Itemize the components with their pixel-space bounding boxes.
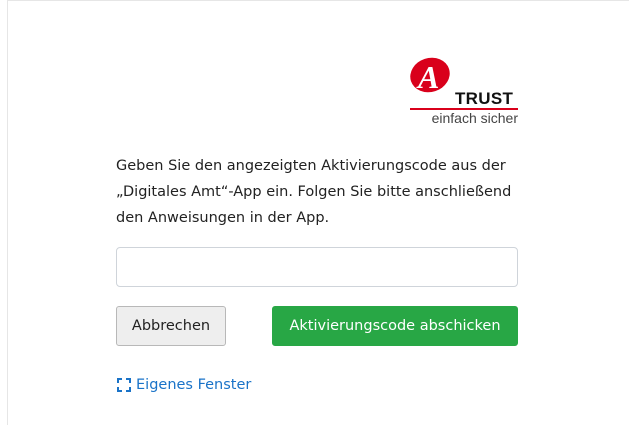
fullscreen-icon	[117, 378, 131, 392]
a-trust-logo: A TRUST einfach sicher	[408, 55, 520, 127]
own-window-link[interactable]: Eigenes Fenster	[117, 377, 251, 393]
submit-activation-code-button[interactable]: Aktivierungscode abschicken	[272, 306, 518, 346]
svg-text:A: A	[416, 59, 439, 95]
logo-tagline: einfach sicher	[431, 110, 518, 126]
content-panel: A TRUST einfach sicher Geben Sie den ang…	[7, 0, 629, 425]
activation-code-input[interactable]	[116, 247, 518, 287]
logo-brand-text: TRUST	[455, 89, 514, 108]
instruction-text: Geben Sie den angezeigten Aktivierungsco…	[116, 158, 512, 226]
own-window-label: Eigenes Fenster	[136, 377, 252, 393]
cancel-button[interactable]: Abbrechen	[116, 306, 226, 346]
